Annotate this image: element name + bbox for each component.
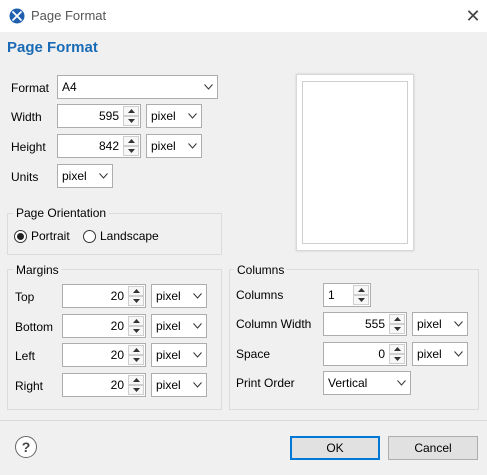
margin-right-value: 20 [110,378,124,392]
margin-top-value: 20 [110,289,124,303]
spin-down-icon[interactable] [353,295,369,305]
format-label: Format [11,81,50,95]
chevron-down-icon [188,315,206,337]
print-order-value: Vertical [328,376,368,390]
margin-right-unit-select[interactable]: pixel [151,373,207,397]
columns-count-label: Columns [236,288,284,302]
space-spinner[interactable]: 0 [323,342,407,366]
margin-right-unit-value: pixel [156,378,181,392]
portrait-radio[interactable]: Portrait [14,229,70,243]
spin-down-icon[interactable] [128,385,144,395]
close-icon[interactable]: ✕ [462,5,484,27]
page-preview-sheet [302,81,408,244]
chevron-down-icon [188,374,206,396]
columns-count-spinner[interactable]: 1 [323,283,371,307]
margin-right-spinner[interactable]: 20 [62,373,146,397]
spin-down-icon[interactable] [389,324,405,334]
height-value: 842 [98,139,119,153]
margin-left-unit-select[interactable]: pixel [151,343,207,367]
margin-top-label: Top [15,290,35,304]
chevron-down-icon [449,343,467,365]
margin-bottom-unit-value: pixel [156,319,181,333]
margins-group-title: Margins [13,263,62,277]
width-value: 595 [98,109,119,123]
spin-up-icon[interactable] [353,285,369,295]
format-select[interactable]: A4 [57,75,218,99]
height-label: Height [11,140,46,154]
units-select[interactable]: pixel [57,164,113,188]
margin-left-unit-value: pixel [156,348,181,362]
margin-left-label: Left [15,349,36,363]
space-unit-select[interactable]: pixel [412,342,468,366]
margin-bottom-label: Bottom [15,320,54,334]
chevron-down-icon [188,285,206,307]
height-spinner[interactable]: 842 [57,134,141,158]
landscape-radio[interactable]: Landscape [83,229,159,243]
print-order-label: Print Order [236,376,295,390]
units-value: pixel [62,169,87,183]
spin-down-icon[interactable] [128,326,144,336]
chevron-down-icon [183,105,201,127]
margin-left-spinner[interactable]: 20 [62,343,146,367]
space-label: Space [236,347,271,361]
chevron-down-icon [449,313,467,335]
margin-bottom-value: 20 [110,319,124,333]
cancel-button[interactable]: Cancel [388,436,478,460]
columns-group-title: Columns [234,263,288,277]
spin-up-icon[interactable] [123,106,139,116]
spin-down-icon[interactable] [128,355,144,365]
height-unit-select[interactable]: pixel [146,134,202,158]
units-label: Units [11,170,39,184]
chevron-down-icon [183,135,201,157]
page-heading: Page Format [7,39,98,56]
print-order-select[interactable]: Vertical [323,371,411,395]
spin-up-icon[interactable] [123,136,139,146]
radio-checked-icon [14,229,27,243]
window-title: Page Format [31,8,107,23]
help-icon[interactable]: ? [15,436,37,458]
margin-top-unit-select[interactable]: pixel [151,284,207,308]
chevron-down-icon [392,372,410,394]
margin-top-spinner[interactable]: 20 [62,284,146,308]
column-width-spinner[interactable]: 555 [323,312,407,336]
radio-unchecked-icon [83,229,96,243]
spin-down-icon[interactable] [128,296,144,306]
column-width-label: Column Width [236,317,312,331]
spin-up-icon[interactable] [128,316,144,326]
chevron-down-icon [188,344,206,366]
orientation-group-title: Page Orientation [13,206,110,220]
margin-left-value: 20 [110,348,124,362]
margin-bottom-unit-select[interactable]: pixel [151,314,207,338]
columns-count-value: 1 [328,288,335,302]
spin-down-icon[interactable] [389,354,405,364]
chevron-down-icon [94,165,112,187]
chevron-down-icon [199,76,217,98]
height-unit-value: pixel [151,139,176,153]
margin-top-unit-value: pixel [156,289,181,303]
space-unit-value: pixel [417,347,442,361]
spin-up-icon[interactable] [389,344,405,354]
app-logo-icon [9,8,25,24]
spin-up-icon[interactable] [128,345,144,355]
width-unit-value: pixel [151,109,176,123]
margin-right-label: Right [15,379,44,393]
spin-down-icon[interactable] [123,116,139,126]
space-value: 0 [378,347,385,361]
landscape-label: Landscape [100,229,159,243]
margin-bottom-spinner[interactable]: 20 [62,314,146,338]
format-select-value: A4 [62,80,77,94]
ok-button[interactable]: OK [290,436,380,460]
column-width-unit-value: pixel [417,317,442,331]
width-spinner[interactable]: 595 [57,104,141,128]
width-label: Width [11,110,42,124]
spin-up-icon[interactable] [389,314,405,324]
spin-down-icon[interactable] [123,146,139,156]
spin-up-icon[interactable] [128,375,144,385]
width-unit-select[interactable]: pixel [146,104,202,128]
column-width-unit-select[interactable]: pixel [412,312,468,336]
column-width-value: 555 [364,317,385,331]
spin-up-icon[interactable] [128,286,144,296]
portrait-label: Portrait [31,229,70,243]
